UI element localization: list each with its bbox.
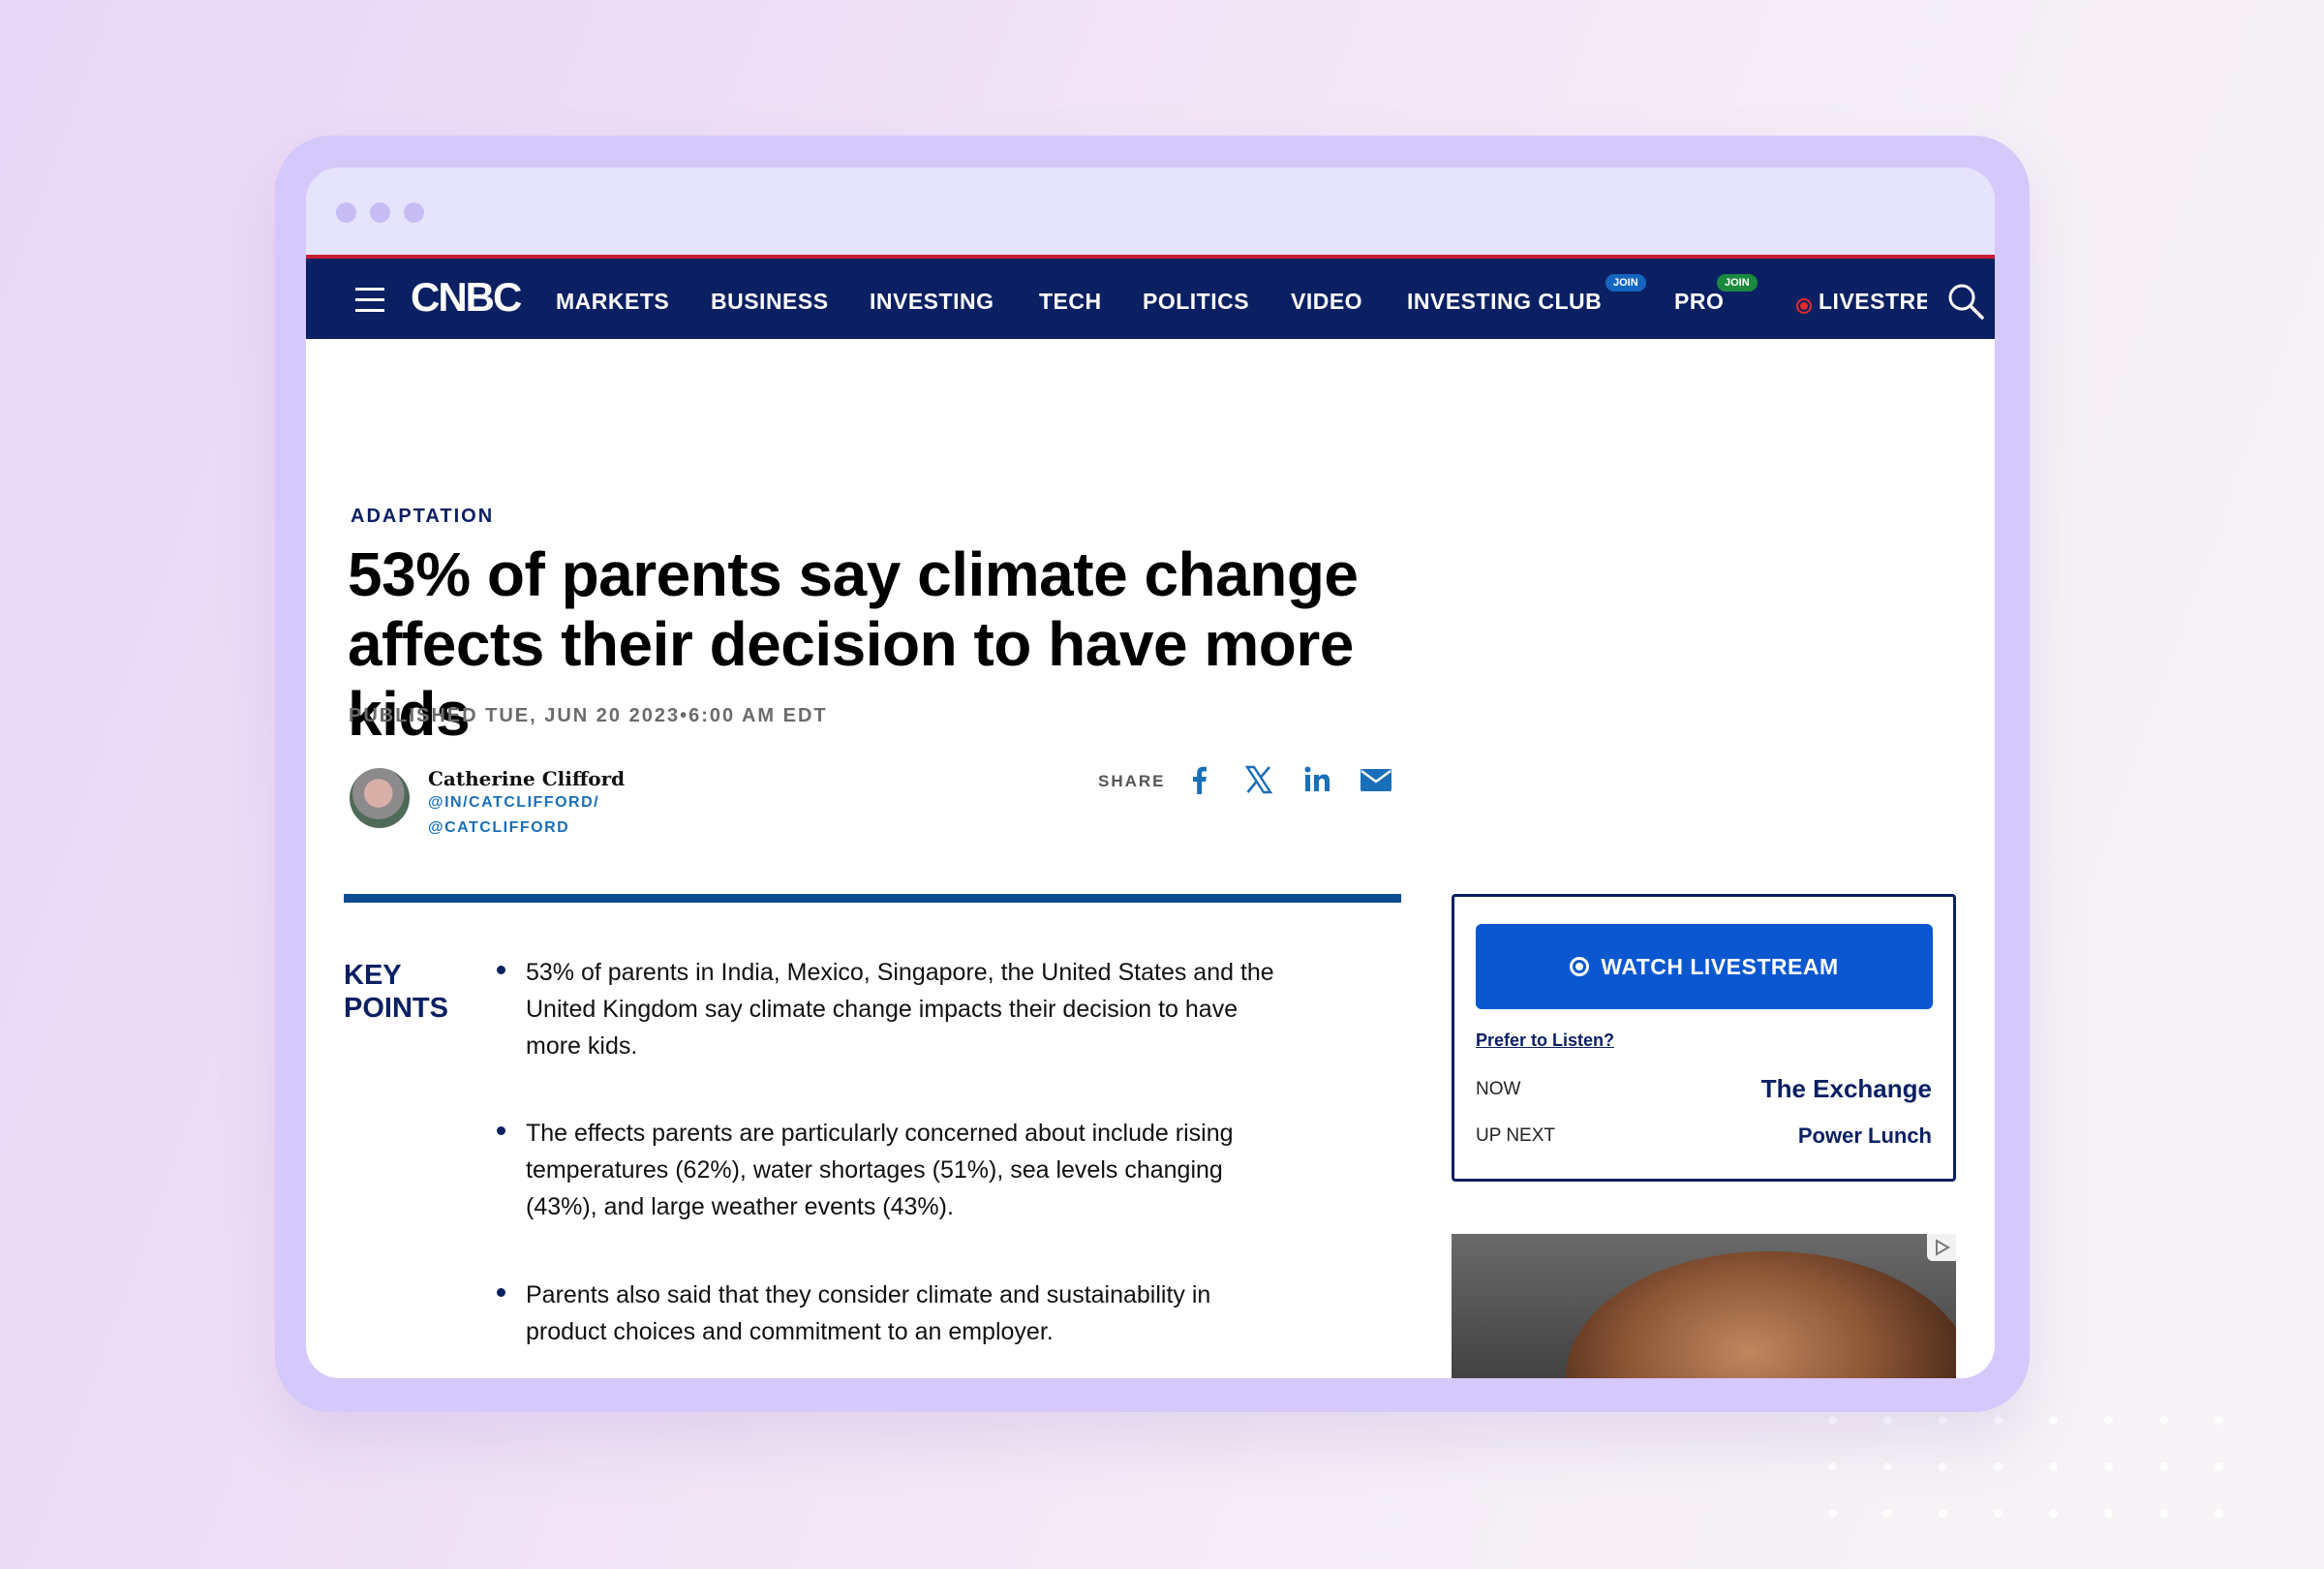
nav-item-business[interactable]: BUSINESS — [711, 289, 829, 315]
now-show-title[interactable]: The Exchange — [1761, 1074, 1932, 1104]
key-points-heading-line: KEY — [344, 960, 402, 991]
decorative-dot — [1994, 1462, 2003, 1471]
decorative-dot — [1939, 1462, 1947, 1471]
article-category[interactable]: ADAPTATION — [351, 506, 494, 528]
key-point-item: The effects parents are particularly con… — [526, 1115, 1417, 1225]
key-points-heading-line: POINTS — [344, 993, 448, 1024]
bullet-icon — [497, 966, 505, 974]
nav-item-investing-club[interactable]: INVESTING CLUB — [1407, 289, 1602, 315]
brand-logo[interactable]: CNBC — [411, 274, 522, 321]
live-radio-icon — [1570, 957, 1590, 976]
key-point-line: temperatures (62%), water shortages (51%… — [526, 1156, 1223, 1184]
join-badge[interactable]: JOIN — [1717, 274, 1758, 292]
decorative-dot — [2104, 1462, 2113, 1471]
key-points-heading: KEY POINTS — [344, 959, 470, 1025]
window-dot — [404, 202, 424, 223]
menu-icon[interactable] — [355, 288, 384, 320]
decorative-dot — [1939, 1416, 1947, 1425]
bullet-icon — [497, 1126, 505, 1135]
linkedin-icon[interactable] — [1300, 762, 1334, 797]
search-icon[interactable] — [1946, 282, 1985, 321]
nav-item-investing[interactable]: INVESTING — [870, 289, 994, 315]
decorative-dot — [1883, 1509, 1892, 1518]
key-points-divider — [344, 894, 1401, 903]
decorative-dot — [1883, 1416, 1892, 1425]
watch-livestream-label: WATCH LIVESTREAM — [1601, 953, 1839, 979]
browser-window: CNBC MARKETS BUSINESS INVESTING TECH POL… — [306, 168, 1995, 1378]
decorative-dot — [2159, 1416, 2168, 1425]
advertisement[interactable] — [1452, 1234, 1956, 1378]
decorative-dot — [2215, 1509, 2223, 1518]
join-badge[interactable]: JOIN — [1605, 274, 1646, 292]
decorative-dot — [2104, 1416, 2113, 1425]
key-point-item: 53% of parents in India, Mexico, Singapo… — [526, 954, 1417, 1064]
prefer-to-listen-link[interactable]: Prefer to Listen? — [1476, 1031, 1614, 1051]
livestream-widget: WATCH LIVESTREAM Prefer to Listen? NOW T… — [1452, 894, 1956, 1182]
decorative-dot-grid — [1828, 1416, 2235, 1532]
window-dot — [336, 202, 356, 223]
nav-item-politics[interactable]: POLITICS — [1143, 289, 1249, 315]
key-point-line: United Kingdom say climate change impact… — [526, 996, 1238, 1023]
key-point-line: more kids. — [526, 1032, 638, 1060]
share-label: SHARE — [1098, 772, 1166, 790]
decorative-dot — [2049, 1416, 2058, 1425]
decorative-dot — [2049, 1509, 2058, 1518]
browser-chrome — [306, 168, 1995, 255]
key-point-line: product choices and commitment to an emp… — [526, 1318, 1054, 1345]
key-point-line: 53% of parents in India, Mexico, Singapo… — [526, 959, 1274, 986]
author-linkedin-handle[interactable]: @IN/CATCLIFFORD/ — [428, 794, 599, 812]
live-indicator-icon — [1796, 298, 1812, 314]
decorative-dot — [2104, 1509, 2113, 1518]
decorative-dot — [2049, 1462, 2058, 1471]
decorative-dot — [1883, 1462, 1892, 1471]
author-x-handle[interactable]: @CATCLIFFORD — [428, 819, 569, 837]
decorative-dot — [2159, 1462, 2168, 1471]
email-icon[interactable] — [1358, 762, 1394, 797]
decorative-dot — [1939, 1509, 1947, 1518]
watch-livestream-button[interactable]: WATCH LIVESTREAM — [1476, 924, 1933, 1009]
facebook-icon[interactable] — [1182, 762, 1217, 797]
top-navigation-bar: CNBC MARKETS BUSINESS INVESTING TECH POL… — [306, 255, 1995, 339]
decorative-dot — [2215, 1462, 2223, 1471]
decorative-dot — [2159, 1509, 2168, 1518]
published-date: PUBLISHED TUE, JUN 20 2023•6:00 AM EDT — [349, 705, 828, 726]
decorative-dot — [1994, 1416, 2003, 1425]
decorative-dot — [1828, 1509, 1837, 1518]
nav-item-markets[interactable]: MARKETS — [556, 289, 669, 315]
up-next-label: UP NEXT — [1476, 1125, 1556, 1146]
browser-device-frame: CNBC MARKETS BUSINESS INVESTING TECH POL… — [275, 136, 2030, 1412]
author-avatar[interactable] — [350, 768, 410, 828]
nav-item-livestream[interactable]: LIVESTRE — [1819, 289, 1927, 315]
key-point-line: Parents also said that they consider cli… — [526, 1281, 1211, 1308]
nav-item-video[interactable]: VIDEO — [1291, 289, 1362, 315]
up-next-show-title[interactable]: Power Lunch — [1798, 1123, 1932, 1149]
x-icon[interactable] — [1241, 762, 1276, 797]
decorative-dot — [1994, 1509, 2003, 1518]
now-label: NOW — [1476, 1079, 1521, 1099]
key-point-line: The effects parents are particularly con… — [526, 1120, 1234, 1147]
bullet-icon — [497, 1288, 505, 1297]
ad-choices-icon[interactable] — [1927, 1234, 1956, 1261]
decorative-dot — [1828, 1416, 1837, 1425]
nav-item-tech[interactable]: TECH — [1039, 289, 1102, 315]
ad-image — [1566, 1251, 1956, 1378]
key-point-item: Parents also said that they consider cli… — [526, 1277, 1417, 1350]
author-name[interactable]: Catherine Clifford — [428, 767, 625, 790]
key-point-line: (43%), and large weather events (43%). — [526, 1193, 954, 1220]
decorative-dot — [2215, 1416, 2223, 1425]
window-dot — [370, 202, 390, 223]
nav-item-pro[interactable]: PRO — [1674, 289, 1724, 315]
decorative-dot — [1828, 1462, 1837, 1471]
